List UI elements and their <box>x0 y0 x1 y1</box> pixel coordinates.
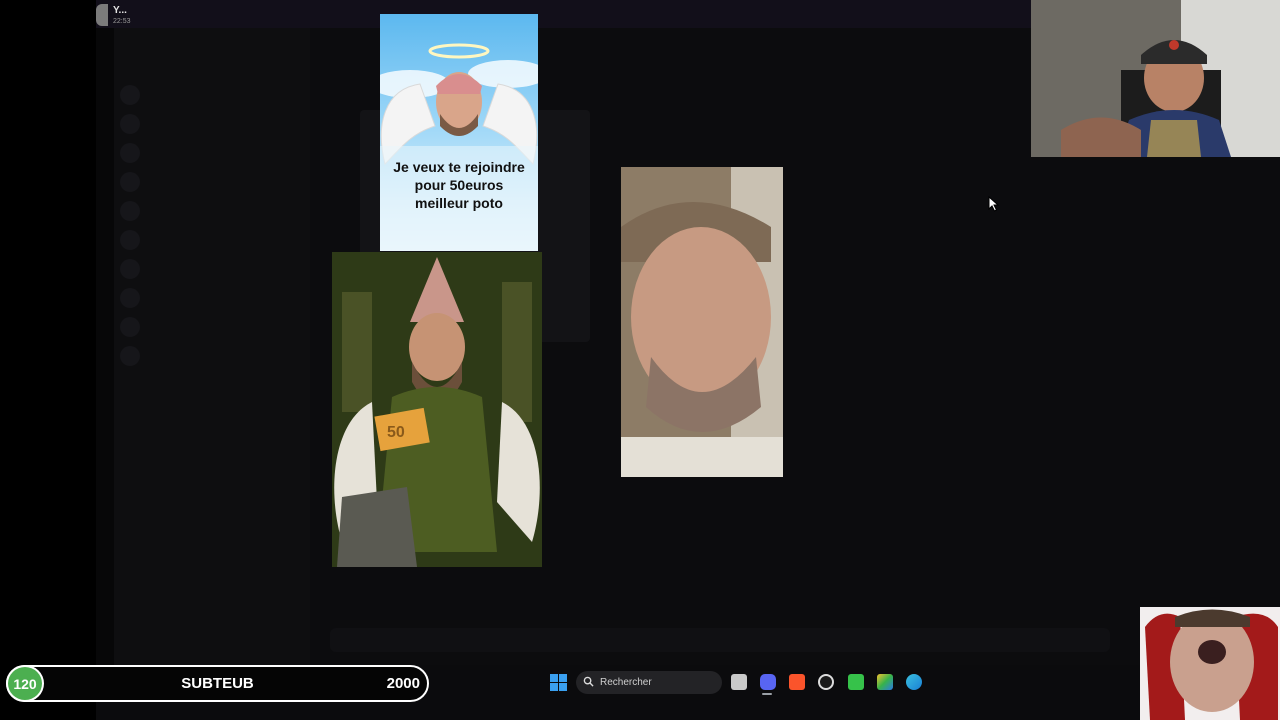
discord-topbar <box>96 0 1032 28</box>
list-item[interactable] <box>120 225 300 254</box>
svg-text:50: 50 <box>387 424 405 441</box>
window-title: Y... <box>113 5 127 16</box>
search-icon <box>583 676 594 687</box>
sub-count-badge: 120 <box>6 665 44 702</box>
avatar <box>120 258 140 279</box>
streamer-webcam <box>1031 0 1280 157</box>
avatar <box>120 345 140 366</box>
angel-illustration <box>380 43 538 251</box>
man-face-illustration <box>621 167 783 477</box>
list-item[interactable] <box>120 341 300 370</box>
dm-list <box>120 80 300 370</box>
selfie-video <box>621 167 783 477</box>
bluestacks-icon[interactable] <box>877 674 893 690</box>
edge-icon[interactable] <box>906 674 922 690</box>
mouse-cursor-icon <box>988 196 1000 212</box>
list-item[interactable] <box>120 167 300 196</box>
list-item[interactable] <box>120 312 300 341</box>
angel-meme-image: Je veux te rejoindre pour 50euros meille… <box>380 14 538 251</box>
list-item[interactable] <box>120 283 300 312</box>
list-item[interactable] <box>120 254 300 283</box>
discord-icon[interactable] <box>760 674 776 690</box>
file-explorer-icon[interactable] <box>731 674 747 690</box>
timestamp: 22:53 <box>113 18 131 25</box>
avatar <box>120 229 140 250</box>
list-item[interactable] <box>120 109 300 138</box>
list-item[interactable] <box>120 80 300 109</box>
sub-goal-target: 2000 <box>386 675 420 692</box>
app-green-icon[interactable] <box>848 674 864 690</box>
avatar <box>120 113 140 134</box>
active-app-indicator <box>762 693 772 695</box>
avatar <box>120 287 140 308</box>
avatar <box>120 142 140 163</box>
avatar <box>96 4 108 26</box>
avatar <box>120 200 140 221</box>
brave-icon[interactable] <box>789 674 805 690</box>
obs-icon[interactable] <box>818 674 834 690</box>
list-item[interactable] <box>120 196 300 225</box>
screen: Y... 22:53 Je veux te rejoindre pour 50e… <box>0 0 1280 720</box>
server-rail <box>96 28 114 665</box>
list-item[interactable] <box>120 138 300 167</box>
windows-start-icon[interactable] <box>550 674 567 691</box>
upside-down-face-illustration <box>1140 607 1280 720</box>
second-webcam <box>1140 607 1280 720</box>
avatar <box>120 171 140 192</box>
streamer-illustration <box>1031 0 1280 157</box>
elf-illustration: 50 <box>332 252 542 567</box>
search-placeholder: Rechercher <box>600 677 652 688</box>
avatar <box>120 84 140 105</box>
meme-caption: Je veux te rejoindre pour 50euros meille… <box>393 159 525 211</box>
avatar <box>120 316 140 337</box>
message-input[interactable] <box>330 628 1110 652</box>
sub-goal-label: SUBTEUB <box>181 675 254 692</box>
elf-banknote-image: 50 <box>332 252 542 567</box>
